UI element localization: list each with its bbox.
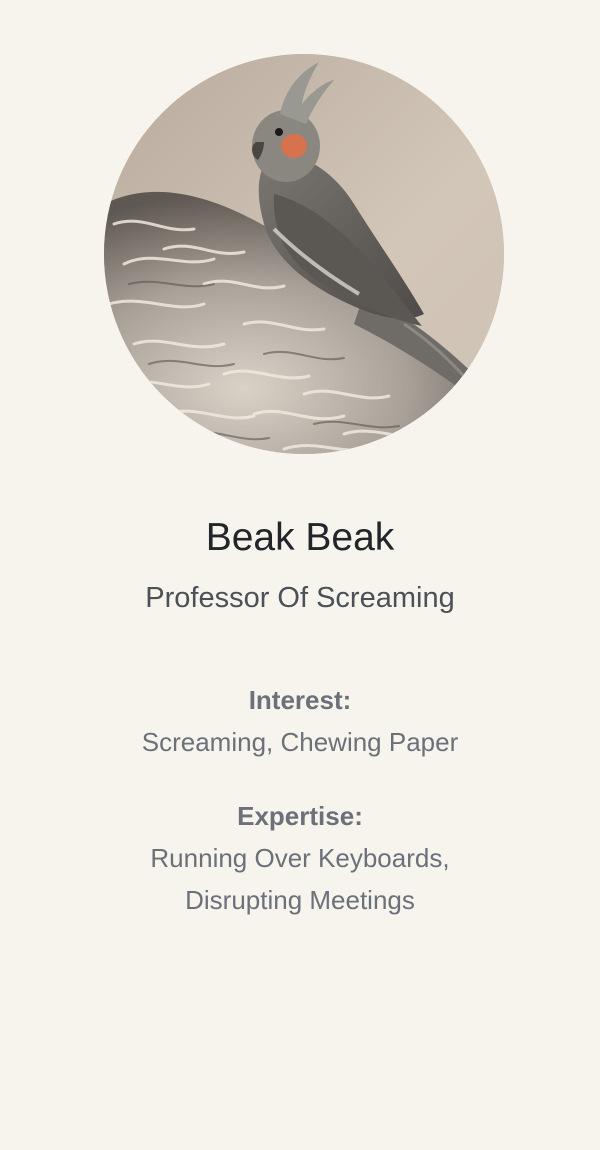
expertise-line: Running Over Keyboards, [150, 843, 450, 873]
expertise-line: Disrupting Meetings [185, 885, 415, 915]
interest-value: Screaming, Chewing Paper [141, 727, 459, 757]
interest-label: Interest: [248, 685, 352, 715]
cockatiel-avatar-image [104, 54, 504, 454]
avatar [104, 54, 504, 454]
expertise-label: Expertise: [237, 801, 363, 831]
expertise-value: Running Over Keyboards, Disrupting Meeti… [0, 837, 600, 921]
profile-title: Professor Of Screaming [145, 582, 455, 614]
profile-name: Beak Beak [205, 516, 395, 559]
profile-card: Beak Beak Professor Of Screaming Interes… [0, 0, 600, 1150]
